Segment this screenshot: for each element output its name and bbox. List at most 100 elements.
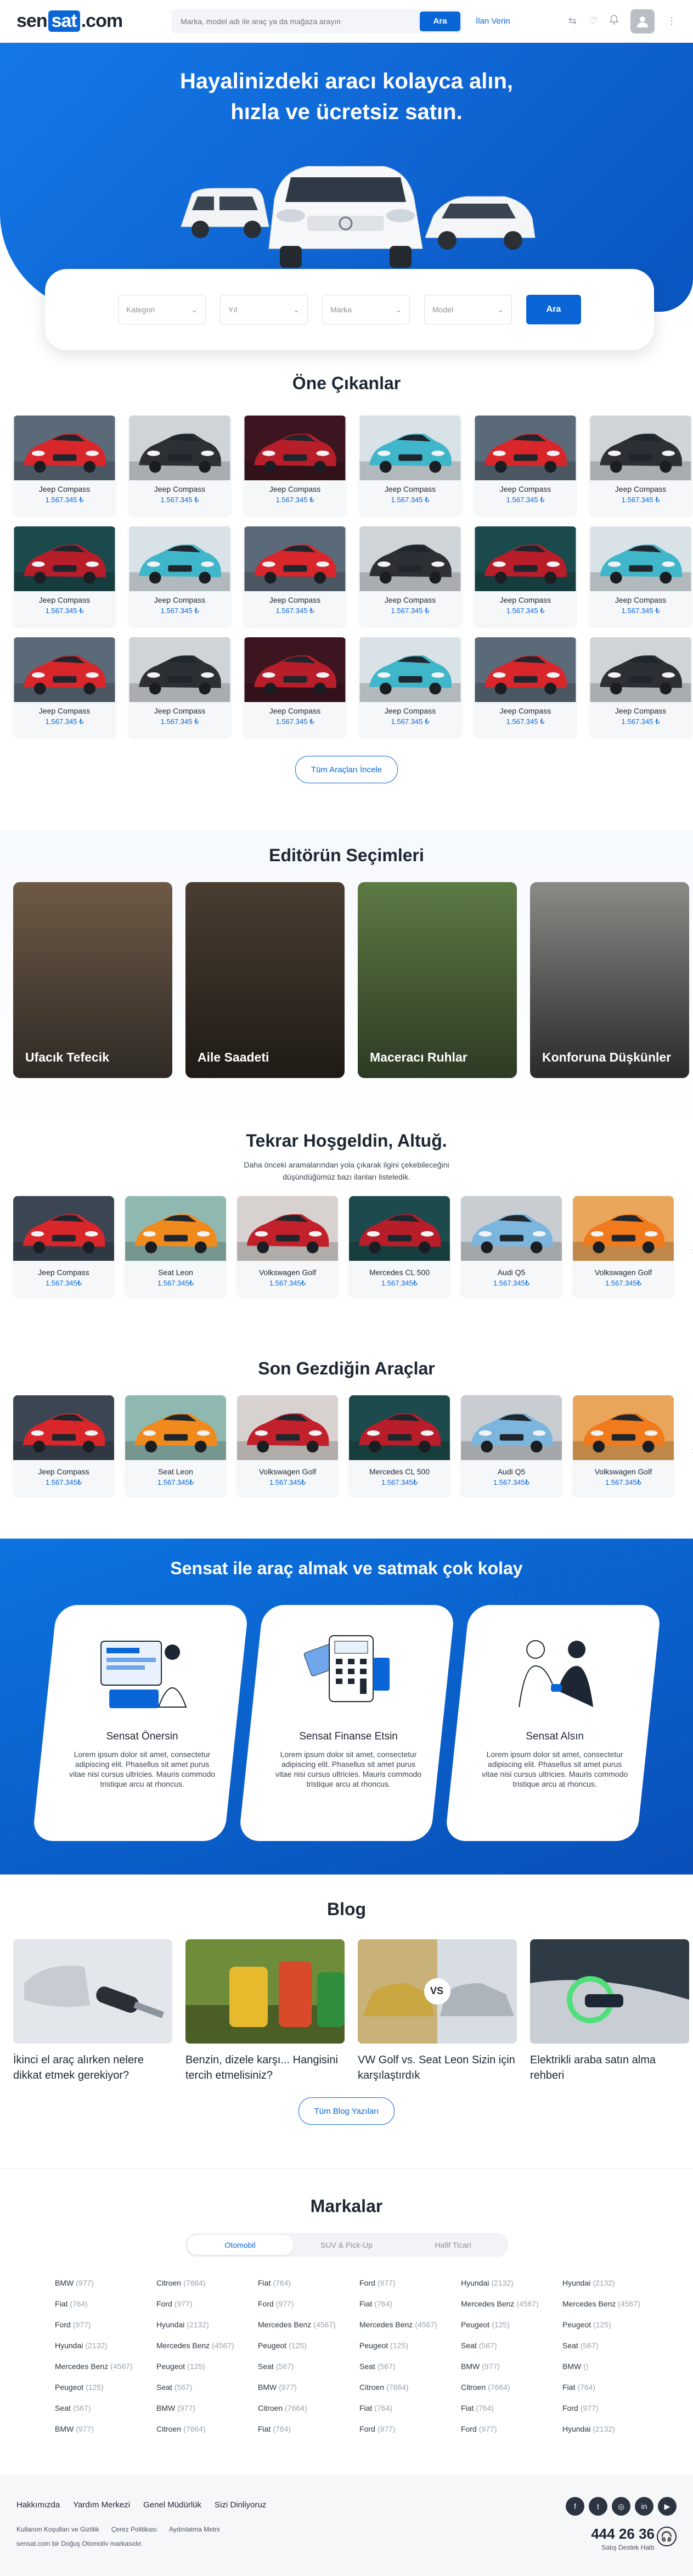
brand-link[interactable]: Hyundai (2132) [562, 2422, 664, 2436]
footer-link-about[interactable]: Hakkımızda [16, 2500, 60, 2510]
brand-link[interactable]: Peugeot (125) [156, 2359, 258, 2373]
more-vertical-icon[interactable]: ⋮ [667, 15, 677, 27]
brand-link[interactable]: Fiat (764) [258, 2422, 359, 2436]
car-card[interactable]: Jeep Compass 1.567.345 ₺ [589, 637, 692, 737]
search-button[interactable]: Ara [420, 11, 461, 31]
car-card[interactable]: Volkswagen Golf 1.567.345₺ [237, 1395, 338, 1496]
brand-link[interactable]: Fiat (764) [55, 2297, 156, 2311]
car-card[interactable]: Mercedes CL 500 1.567.345₺ [349, 1196, 450, 1297]
car-card[interactable]: Jeep Compass 1.567.345 ₺ [128, 416, 231, 515]
car-card[interactable]: Audi Q5 1.567.345₺ [461, 1395, 562, 1496]
car-card[interactable]: Volkswagen Golf 1.567.345₺ [573, 1395, 674, 1496]
brand-link[interactable]: Ford (977) [461, 2422, 562, 2436]
car-card[interactable]: Jeep Compass 1.567.345 ₺ [474, 416, 577, 515]
brand-link[interactable]: Fiat (764) [461, 2401, 562, 2415]
brand-link[interactable]: Citroen (7664) [461, 2380, 562, 2394]
car-card[interactable]: Jeep Compass 1.567.345 ₺ [244, 637, 346, 737]
model-select[interactable]: Model ⌄ [424, 295, 512, 324]
car-card[interactable]: Seat Leon 1.567.345₺ [125, 1196, 226, 1297]
brand-select[interactable]: Marka ⌄ [322, 295, 410, 324]
brand-link[interactable]: Seat (567) [156, 2380, 258, 2394]
brand-link[interactable]: Hyundai (2132) [461, 2276, 562, 2290]
user-avatar-icon[interactable] [630, 9, 655, 33]
brand-link[interactable]: BMW (977) [258, 2380, 359, 2394]
car-card[interactable]: Jeep Compass 1.567.345 ₺ [589, 526, 692, 626]
bell-icon[interactable] [609, 15, 619, 27]
car-card[interactable]: Audi Q5 1.567.345₺ [461, 1196, 562, 1297]
brand-link[interactable]: Peugeot (125) [55, 2380, 156, 2394]
brand-link[interactable]: BMW (977) [55, 2276, 156, 2290]
brand-link[interactable]: Seat (567) [359, 2359, 461, 2373]
category-select[interactable]: Kategori ⌄ [118, 295, 206, 324]
footer-legal-terms[interactable]: Kullanım Koşulları ve Gizlilik [16, 2526, 99, 2533]
brand-link[interactable]: Citroen (7664) [258, 2401, 359, 2415]
car-card[interactable]: Seat Leon 1.567.345₺ [125, 1395, 226, 1496]
brand-link[interactable]: Mercedes Benz (4567) [258, 2317, 359, 2332]
car-card[interactable]: Jeep Compass 1.567.345 ₺ [359, 637, 461, 737]
car-card[interactable]: Jeep Compass 1.567.345 ₺ [128, 526, 231, 626]
brand-link[interactable]: Mercedes Benz (4567) [359, 2317, 461, 2332]
brand-link[interactable]: BMW (977) [461, 2359, 562, 2373]
brand-link[interactable]: Hyundai (2132) [55, 2338, 156, 2353]
editor-pick-card[interactable]: Aile Saadeti [185, 882, 345, 1078]
brand-link[interactable]: Citroen (7664) [156, 2422, 258, 2436]
heart-icon[interactable]: ♡ [589, 15, 598, 27]
brand-link[interactable]: Mercedes Benz (4567) [156, 2338, 258, 2353]
brand-link[interactable]: Mercedes Benz (4567) [55, 2359, 156, 2373]
facebook-icon[interactable]: f [566, 2497, 584, 2516]
brand-link[interactable]: Citroen (7664) [359, 2380, 461, 2394]
brand-link[interactable]: BMW() [562, 2359, 664, 2373]
footer-legal-cookies[interactable]: Çerez Politikası [111, 2526, 157, 2533]
year-select[interactable]: Yıl ⌄ [220, 295, 308, 324]
filter-search-button[interactable]: Ara [526, 295, 581, 324]
all-blog-button[interactable]: Tüm Blog Yazıları [298, 2097, 395, 2125]
car-card[interactable]: Volkswagen Golf 1.567.345₺ [237, 1196, 338, 1297]
footer-link-hq[interactable]: Genel Müdürlük [143, 2500, 201, 2510]
tab-otomobil[interactable]: Otomobil [187, 2235, 294, 2255]
car-card[interactable]: Jeep Compass 1.567.345₺ [13, 1196, 114, 1297]
brand-link[interactable]: Seat (567) [562, 2338, 664, 2353]
brand-link[interactable]: BMW (977) [156, 2401, 258, 2415]
footer-legal-disclosure[interactable]: Aydınlatma Metni [169, 2526, 220, 2533]
brand-link[interactable]: Seat (567) [258, 2359, 359, 2373]
car-card[interactable]: Jeep Compass 1.567.345 ₺ [244, 416, 346, 515]
car-card[interactable]: Jeep Compass 1.567.345 ₺ [359, 526, 461, 626]
car-card[interactable]: Mercedes CL 500 1.567.345₺ [349, 1395, 450, 1496]
post-ad-link[interactable]: İlan Verin [476, 16, 510, 26]
car-card[interactable]: Jeep Compass 1.567.345 ₺ [13, 416, 116, 515]
brand-link[interactable]: Ford (977) [55, 2317, 156, 2332]
car-card[interactable]: Jeep Compass 1.567.345 ₺ [13, 526, 116, 626]
instagram-icon[interactable]: ◎ [612, 2497, 630, 2516]
all-cars-button[interactable]: Tüm Araçları İncele [295, 756, 398, 783]
brand-link[interactable]: Fiat (764) [359, 2297, 461, 2311]
tab-suv[interactable]: SUV & Pick-Up [294, 2235, 400, 2255]
brand-link[interactable]: Citroen (7664) [156, 2276, 258, 2290]
brand-link[interactable]: Seat (567) [461, 2338, 562, 2353]
car-card[interactable]: Jeep Compass 1.567.345 ₺ [474, 526, 577, 626]
tab-hafif-ticari[interactable]: Hafif Ticari [400, 2235, 506, 2255]
blog-card[interactable]: Benzin, dizele karşı... Hangisini tercih… [185, 1939, 345, 2083]
brand-link[interactable]: Fiat (764) [359, 2401, 461, 2415]
brand-link[interactable]: Fiat (764) [562, 2380, 664, 2394]
brand-link[interactable]: Ford (977) [359, 2422, 461, 2436]
blog-card[interactable]: İkinci el araç alırken nelere dikkat etm… [13, 1939, 172, 2083]
brand-link[interactable]: Peugeot (125) [258, 2338, 359, 2353]
brand-link[interactable]: Peugeot (125) [461, 2317, 562, 2332]
brand-link[interactable]: Fiat (764) [258, 2276, 359, 2290]
linkedin-icon[interactable]: in [635, 2497, 653, 2516]
twitter-icon[interactable]: t [589, 2497, 607, 2516]
brand-link[interactable]: Peugeot (125) [562, 2317, 664, 2332]
brand-link[interactable]: Seat (567) [55, 2401, 156, 2415]
brand-link[interactable]: Peugeot (125) [359, 2338, 461, 2353]
brand-link[interactable]: Ford (977) [258, 2297, 359, 2311]
brand-link[interactable]: Hyundai (2132) [156, 2317, 258, 2332]
logo[interactable]: sen sat .com [16, 10, 123, 32]
brand-link[interactable]: Ford (977) [359, 2276, 461, 2290]
footer-link-feedback[interactable]: Sizi Dinliyoruz [215, 2500, 266, 2510]
brand-link[interactable]: Hyundai (2132) [562, 2276, 664, 2290]
car-card[interactable]: Jeep Compass 1.567.345 ₺ [589, 416, 692, 515]
brand-link[interactable]: Mercedes Benz (4567) [562, 2297, 664, 2311]
car-card[interactable]: Volkswagen Golf 1.567.345₺ [573, 1196, 674, 1297]
brand-link[interactable]: Ford (977) [156, 2297, 258, 2311]
blog-card[interactable]: VS VW Golf vs. Seat Leon Sizin için karş… [358, 1939, 517, 2083]
